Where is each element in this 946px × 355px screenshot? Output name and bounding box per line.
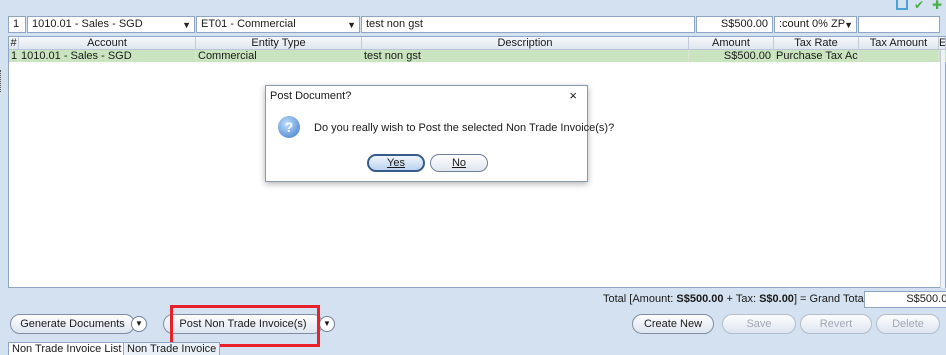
delete-label: Delete (892, 318, 924, 330)
tab-non-trade-invoice[interactable]: Non Trade Invoice (123, 342, 221, 355)
account-combo[interactable]: 1010.01 - Sales - SGD ▼ (27, 16, 195, 33)
cell-account: 1010.01 - Sales - SGD (19, 50, 196, 62)
col-header-extra[interactable]: E (939, 37, 946, 50)
amount-field[interactable]: S$500.00 (696, 16, 773, 33)
chevron-down-icon[interactable]: ▼ (182, 19, 191, 32)
generate-documents-button[interactable]: Generate Documents (10, 314, 135, 334)
dialog-title: Post Document? (270, 90, 352, 102)
post-menu-icon[interactable]: ▼ (319, 316, 335, 332)
highlight-box (170, 305, 320, 347)
description-field[interactable]: test non gst (361, 16, 695, 33)
tax-rate-combo[interactable]: :count 0% ZP ▼ (774, 16, 857, 33)
splitter-grip[interactable] (0, 70, 3, 92)
yes-button-label: Yes (387, 157, 405, 169)
totals-summary: Total [Amount: S$500.00 + Tax: S$0.00] =… (603, 293, 869, 305)
cell-amount: S$500.00 (689, 50, 774, 62)
check-icon[interactable]: ✔ (914, 0, 926, 11)
entity-type-combo-value: ET01 - Commercial (201, 18, 296, 30)
col-header-number[interactable]: # (9, 37, 19, 50)
cell-tax-amount (859, 50, 939, 62)
no-button[interactable]: No (430, 154, 488, 172)
post-document-dialog: Post Document? × ? Do you really wish to… (265, 85, 614, 182)
revert-button[interactable]: Revert (800, 314, 872, 334)
question-icon: ? (278, 116, 300, 138)
totals-suffix: ] = Grand Total: (793, 293, 870, 305)
account-combo-value: 1010.01 - Sales - SGD (32, 18, 143, 30)
col-header-account[interactable]: Account (19, 37, 196, 50)
entity-type-combo[interactable]: ET01 - Commercial ▼ (196, 16, 360, 33)
totals-tax-sep: + Tax: (723, 293, 760, 305)
top-toolbar-icons: ✔ ✚ (896, 0, 944, 14)
tax-rate-combo-value: :count 0% ZP (779, 18, 846, 30)
line-edit-row: 1 1010.01 - Sales - SGD ▼ ET01 - Commerc… (8, 14, 946, 36)
grand-total-value: S$500.0( (864, 291, 946, 308)
totals-prefix: Total [Amount: (603, 293, 677, 305)
col-header-entity-type[interactable]: Entity Type (196, 37, 362, 50)
totals-amount: S$500.00 (676, 293, 724, 305)
delete-button[interactable]: Delete (876, 314, 940, 334)
no-button-label: No (451, 157, 467, 169)
cell-entity-type: Commercial (196, 50, 362, 62)
top-strip (0, 0, 946, 14)
plus-icon[interactable]: ✚ (932, 0, 944, 11)
tab-non-trade-invoice-list[interactable]: Non Trade Invoice List (8, 342, 126, 355)
window-icon[interactable] (896, 0, 908, 10)
generate-documents-menu-icon[interactable]: ▼ (131, 316, 147, 332)
create-new-label: Create New (643, 318, 703, 330)
vertical-scrollbar[interactable] (940, 50, 945, 288)
dialog-message: Do you really wish to Post the selected … (314, 122, 615, 134)
totals-row: Total [Amount: S$500.00 + Tax: S$0.00] =… (8, 290, 946, 310)
generate-documents-label: Generate Documents (20, 318, 125, 330)
yes-button[interactable]: Yes (367, 154, 425, 172)
cell-number: 1 (11, 50, 19, 62)
col-header-description[interactable]: Description (362, 37, 689, 50)
cell-description: test non gst (362, 50, 689, 62)
cell-tax-rate: Purchase Tax Ac... (776, 50, 859, 62)
close-icon[interactable]: × (569, 88, 577, 103)
totals-tax: S$0.00 (759, 293, 794, 305)
revert-label: Revert (819, 318, 853, 330)
line-number-field[interactable]: 1 (8, 16, 26, 33)
col-header-tax-rate[interactable]: Tax Rate (774, 37, 859, 50)
chevron-down-icon[interactable]: ▼ (347, 19, 356, 32)
chevron-down-icon[interactable]: ▼ (844, 19, 853, 32)
create-new-button[interactable]: Create New (632, 314, 714, 334)
table-row[interactable]: 1 1010.01 - Sales - SGD Commercial test … (9, 50, 946, 62)
save-button[interactable]: Save (722, 314, 796, 334)
col-header-tax-amount[interactable]: Tax Amount (859, 37, 939, 50)
col-header-amount[interactable]: Amount (689, 37, 774, 50)
tax-amount-field[interactable] (858, 16, 940, 33)
save-label: Save (746, 318, 772, 330)
table-header: # Account Entity Type Description Amount… (9, 37, 946, 50)
